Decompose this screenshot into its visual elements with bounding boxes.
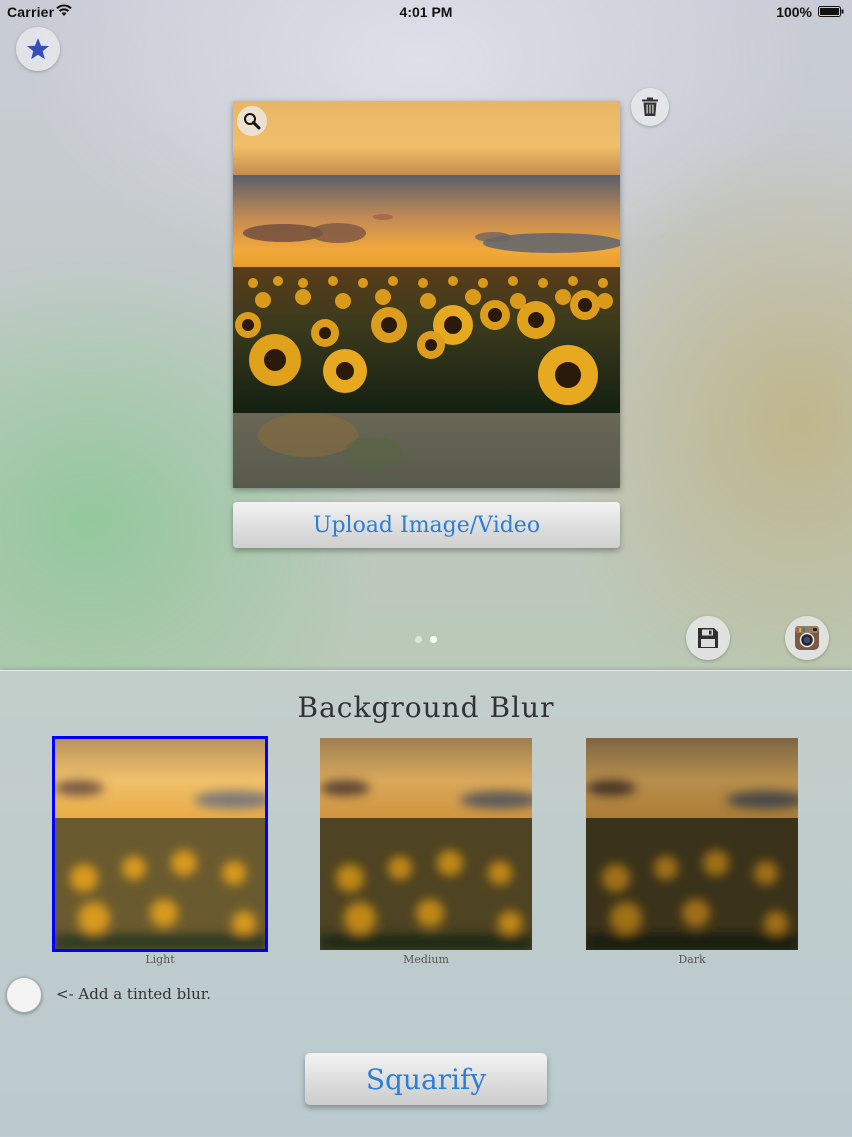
battery-percent: 100%: [776, 4, 812, 20]
trash-icon: [642, 97, 658, 116]
blur-option-label: Dark: [678, 953, 706, 966]
tint-blur-toggle[interactable]: [6, 977, 42, 1013]
battery-icon: [818, 6, 844, 17]
instagram-icon: [795, 626, 819, 650]
floppy-disk-icon: [698, 628, 718, 648]
status-bar: Carrier 4:01 PM 100%: [0, 0, 852, 24]
blur-thumbnail-medium[interactable]: [320, 738, 532, 950]
favorites-button[interactable]: [16, 27, 60, 71]
blurred-background-top: [233, 101, 620, 175]
panel-title: Background Blur: [297, 691, 555, 724]
blur-option-light[interactable]: Light: [52, 736, 268, 966]
star-icon: [22, 33, 54, 63]
blur-thumbnail-light[interactable]: [52, 736, 268, 952]
blur-option-label: Medium: [403, 953, 449, 966]
delete-button[interactable]: [631, 88, 669, 126]
clock: 4:01 PM: [399, 4, 453, 20]
blurred-background-bottom: [233, 413, 620, 488]
squarify-button[interactable]: Squarify: [305, 1053, 547, 1105]
zoom-button[interactable]: [237, 106, 267, 136]
blur-option-dark[interactable]: Dark: [586, 738, 798, 966]
page-dot-active[interactable]: [430, 636, 437, 643]
blur-thumbnail-dark[interactable]: [586, 738, 798, 950]
magnifier-icon: [244, 113, 261, 130]
blur-option-label: Light: [145, 953, 175, 966]
save-button[interactable]: [686, 616, 730, 660]
upload-button[interactable]: Upload Image/Video: [233, 502, 620, 548]
image-preview[interactable]: [233, 101, 620, 488]
instagram-share-button[interactable]: [785, 616, 829, 660]
page-dot[interactable]: [415, 636, 422, 643]
blur-panel: Background Blur Light Medium Dark <- Add…: [0, 670, 852, 1137]
blur-option-medium[interactable]: Medium: [320, 738, 532, 966]
tint-blur-label: <- Add a tinted blur.: [56, 985, 212, 1003]
sunflower-photo: [233, 175, 620, 413]
